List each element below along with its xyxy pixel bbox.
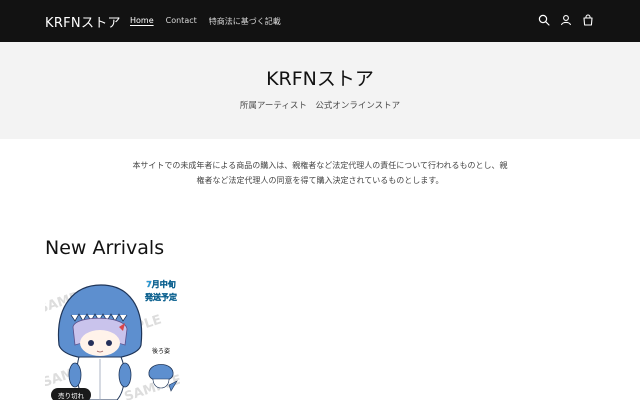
shipping-label-line2: 発送予定 [144,292,177,302]
product-image[interactable]: SAMPLE SAMPLE SAMPLE SAMPLE 7月中旬 発送予定 後ろ… [45,275,180,400]
hero-banner: KRFNストア 所属アーティスト 公式オンラインストア [0,42,640,139]
sold-out-badge: 売り切れ [51,388,91,400]
user-icon[interactable] [560,14,572,26]
site-logo[interactable]: KRFNストア [45,12,121,31]
cart-icon[interactable] [582,14,594,26]
minor-purchase-notice: 本サイトでの未成年者による商品の購入は、親権者など法定代理人の責任について行われ… [120,158,520,188]
banner-title: KRFNストア [266,68,374,90]
notice-line-2: 権者など法定代理人の同意を得て購入決定されているものとします。 [196,176,444,185]
back-view-label: 後ろ姿 [152,347,170,355]
nav-home[interactable]: Home [130,16,154,27]
nav-legal-notice[interactable]: 特商法に基づく記載 [209,16,281,27]
search-icon[interactable] [538,14,550,26]
nav-contact[interactable]: Contact [166,16,197,27]
header-icons [538,14,594,26]
site-header: KRFNストア Home Contact 特商法に基づく記載 [0,0,640,42]
shipping-label-line1: 7月中旬 [146,279,176,289]
notice-line-1: 本サイトでの未成年者による商品の購入は、親権者など法定代理人の責任について行われ… [132,161,508,170]
main-nav: Home Contact 特商法に基づく記載 [130,16,281,27]
new-arrivals-title: New Arrivals [45,237,165,259]
banner-subtitle: 所属アーティスト 公式オンラインストア [239,101,401,111]
product-card[interactable]: SAMPLE SAMPLE SAMPLE SAMPLE 7月中旬 発送予定 後ろ… [45,275,180,400]
